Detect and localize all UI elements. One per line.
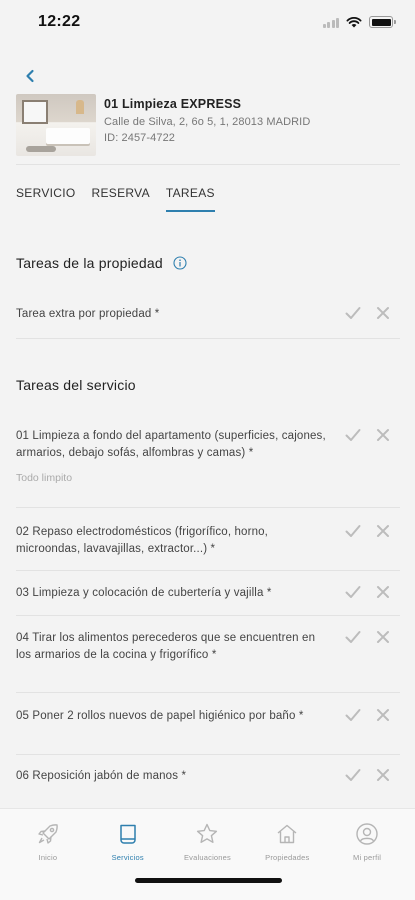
signal-icon	[322, 17, 339, 28]
task-row: 02 Repaso electrodomésticos (frigorífico…	[16, 524, 400, 558]
task-row: Tarea extra por propiedad *	[16, 306, 400, 323]
tab-tareas[interactable]: TAREAS	[165, 186, 215, 212]
nav-item-evaluaciones[interactable]: Evaluaciones	[168, 821, 248, 862]
close-icon[interactable]	[374, 583, 392, 601]
nav-item-inicio[interactable]: Inicio	[8, 821, 88, 862]
property-title: 01 Limpieza EXPRESS	[104, 97, 242, 111]
rocket-icon	[35, 821, 61, 847]
tab-servicio[interactable]: SERVICIO	[16, 186, 76, 212]
property-tasks-header: Tareas de la propiedad	[16, 255, 187, 271]
check-icon[interactable]	[344, 522, 362, 540]
divider	[16, 570, 400, 571]
battery-icon	[369, 16, 396, 28]
property-address: Calle de Silva, 2, 6o 5, 1, 28013 MADRID	[104, 116, 311, 128]
service-tasks-header: Tareas del servicio	[16, 377, 136, 393]
nav-item-servicios[interactable]: Servicios	[88, 821, 168, 862]
wifi-icon	[346, 17, 362, 28]
task-text: 03 Limpieza y colocación de cubertería y…	[16, 587, 272, 599]
nav-label: Evaluaciones	[183, 853, 231, 862]
divider	[16, 507, 400, 508]
property-photo	[16, 94, 96, 156]
chevron-left-icon	[26, 69, 34, 83]
check-icon[interactable]	[344, 304, 362, 322]
task-text: 02 Repaso electrodomésticos (frigorífico…	[16, 526, 269, 555]
tab-bar: SERVICIO RESERVA TAREAS	[16, 186, 231, 212]
section-title: Tareas de la propiedad	[16, 255, 163, 271]
task-text: 04 Tirar los alimentos perecederos que s…	[16, 632, 316, 661]
check-icon[interactable]	[344, 706, 362, 724]
status-icons	[322, 16, 396, 28]
nav-item-propiedades[interactable]: Propiedades	[247, 821, 327, 862]
divider	[16, 754, 400, 755]
divider	[16, 164, 400, 165]
task-text: 06 Reposición jabón de manos *	[16, 770, 187, 782]
check-icon[interactable]	[344, 583, 362, 601]
check-icon[interactable]	[344, 426, 362, 444]
home-indicator	[135, 878, 282, 883]
close-icon[interactable]	[374, 522, 392, 540]
tab-reserva[interactable]: RESERVA	[92, 186, 150, 212]
check-icon[interactable]	[344, 766, 362, 784]
task-note: Todo limpito	[16, 472, 73, 484]
nav-label: Inicio	[38, 853, 58, 862]
status-time: 12:22	[38, 13, 81, 30]
divider	[16, 615, 400, 616]
document-icon	[115, 821, 141, 847]
nav-item-mi-perfil[interactable]: Mi perfil	[327, 821, 407, 862]
task-row: 06 Reposición jabón de manos *	[16, 768, 400, 785]
info-icon[interactable]	[173, 256, 187, 270]
house-icon	[274, 821, 300, 847]
task-row: 01 Limpieza a fondo del apartamento (sup…	[16, 428, 400, 484]
property-header: 01 Limpieza EXPRESS Calle de Silva, 2, 6…	[16, 94, 400, 156]
divider	[16, 338, 400, 339]
nav-label: Mi perfil	[353, 853, 382, 862]
task-row: 03 Limpieza y colocación de cubertería y…	[16, 585, 400, 602]
close-icon[interactable]	[374, 304, 392, 322]
task-row: 04 Tirar los alimentos perecederos que s…	[16, 630, 400, 664]
back-button[interactable]	[18, 64, 42, 88]
user-icon	[354, 821, 380, 847]
status-bar: 12:22	[0, 0, 415, 44]
property-info: 01 Limpieza EXPRESS Calle de Silva, 2, 6…	[104, 94, 310, 156]
property-id: ID: 2457-4722	[104, 132, 176, 144]
divider	[16, 692, 400, 693]
close-icon[interactable]	[374, 706, 392, 724]
close-icon[interactable]	[374, 766, 392, 784]
task-text: Tarea extra por propiedad *	[16, 308, 160, 320]
nav-label: Propiedades	[265, 853, 310, 862]
nav-label: Servicios	[111, 853, 144, 862]
star-icon	[194, 821, 220, 847]
task-row: 05 Poner 2 rollos nuevos de papel higién…	[16, 708, 400, 725]
check-icon[interactable]	[344, 628, 362, 646]
bottom-nav: Inicio Servicios Evaluaciones Propiedade…	[0, 808, 415, 900]
task-text: 01 Limpieza a fondo del apartamento (sup…	[16, 430, 326, 459]
close-icon[interactable]	[374, 628, 392, 646]
close-icon[interactable]	[374, 426, 392, 444]
task-text: 05 Poner 2 rollos nuevos de papel higién…	[16, 710, 304, 722]
section-title: Tareas del servicio	[16, 377, 136, 393]
